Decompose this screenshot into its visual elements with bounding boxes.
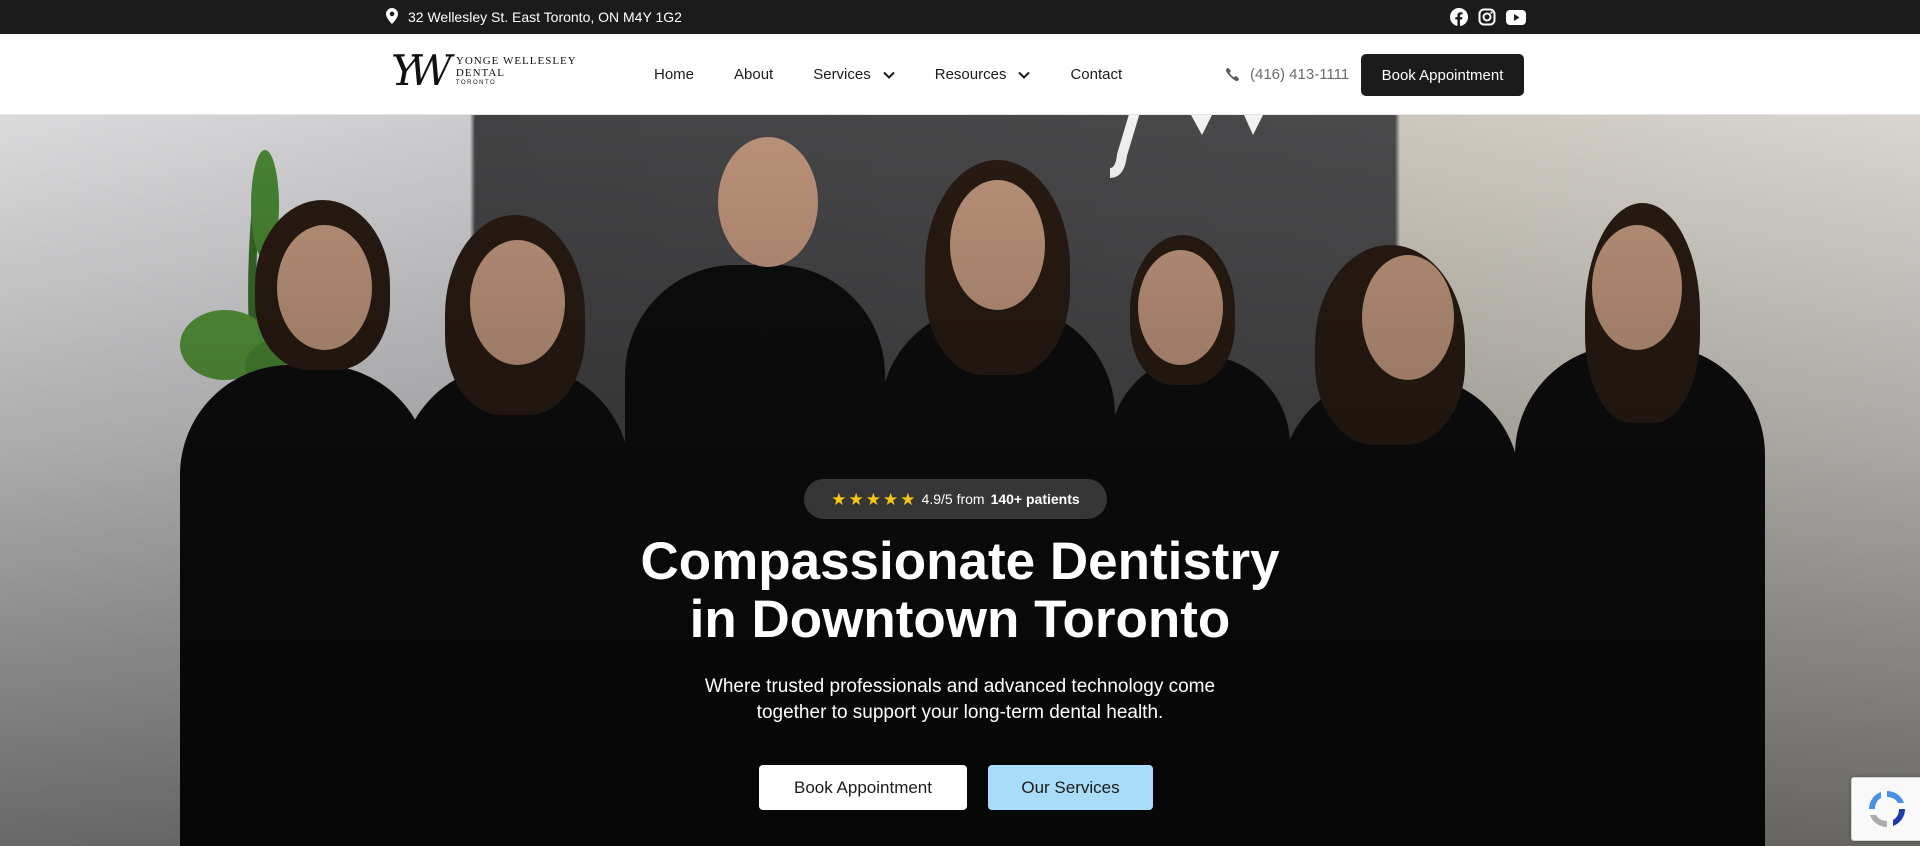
rating-badge: ★ ★ ★ ★ ★ 4.9/5 from 140+ patients <box>804 479 1107 519</box>
nav-home[interactable]: Home <box>654 66 694 83</box>
nav-about-label: About <box>734 66 774 83</box>
top-bar: 32 Wellesley St. East Toronto, ON M4Y 1G… <box>0 0 1920 34</box>
chevron-down-icon <box>1018 71 1031 79</box>
nav-services[interactable]: Services <box>813 66 895 83</box>
recaptcha-badge[interactable] <box>1851 777 1920 841</box>
hero-book-appointment-button[interactable]: Book Appointment <box>759 765 967 810</box>
hero-subtext: Where trusted professionals and advanced… <box>610 674 1310 726</box>
hero-subtext-line-1: Where trusted professionals and advanced… <box>704 676 1216 697</box>
logo-wordmark: YONGE WELLESLEY DENTAL TORONTO <box>456 55 577 87</box>
instagram-icon[interactable] <box>1478 8 1496 26</box>
nav-resources[interactable]: Resources <box>935 66 1031 83</box>
site-header: YW YONGE WELLESLEY DENTAL TORONTO Home A… <box>0 34 1920 115</box>
hero-headline-line-1: Compassionate Dentistry <box>640 532 1280 591</box>
recaptcha-icon <box>1869 791 1905 827</box>
logo-line-1: YONGE WELLESLEY <box>455 55 577 67</box>
site-logo[interactable]: YW YONGE WELLESLEY DENTAL TORONTO <box>391 50 577 92</box>
chevron-down-icon <box>883 71 895 79</box>
address-text: 32 Wellesley St. East Toronto, ON M4Y 1G… <box>408 9 682 25</box>
hero-our-services-button[interactable]: Our Services <box>988 765 1153 810</box>
rating-score: 4.9/5 from <box>921 491 985 507</box>
social-links <box>1450 0 1526 34</box>
star-icon: ★ <box>883 489 899 509</box>
star-rating-icons: ★ ★ ★ ★ ★ <box>831 491 915 508</box>
logo-mark: YW <box>391 46 452 95</box>
nav-about[interactable]: About <box>734 66 773 83</box>
nav-services-label: Services <box>813 66 871 83</box>
rating-patients: 140+ patients <box>990 491 1080 507</box>
hero-headline-line-2: in Downtown Toronto <box>689 590 1231 649</box>
hero-subtext-line-2: together to support your long-term denta… <box>756 702 1164 723</box>
nav-contact-label: Contact <box>1070 66 1123 83</box>
star-icon: ★ <box>848 489 864 509</box>
main-nav: Home About Services Resources Contact <box>654 34 1122 115</box>
nav-home-label: Home <box>654 66 695 83</box>
nav-resources-label: Resources <box>934 66 1007 83</box>
facebook-icon[interactable] <box>1450 8 1468 26</box>
location-pin-icon <box>386 7 398 27</box>
phone-link[interactable]: (416) 413-1111 <box>1225 34 1349 115</box>
star-icon: ★ <box>865 489 882 509</box>
logo-line-3: TORONTO <box>455 80 497 86</box>
book-appointment-button[interactable]: Book Appointment <box>1361 54 1524 96</box>
star-icon: ★ <box>900 489 916 509</box>
logo-line-2: DENTAL <box>455 67 506 79</box>
star-icon: ★ <box>831 489 847 509</box>
hero-headline: Compassionate Dentistry in Downtown Toro… <box>460 533 1460 649</box>
address: 32 Wellesley St. East Toronto, ON M4Y 1G… <box>386 0 682 34</box>
youtube-icon[interactable] <box>1506 9 1526 25</box>
nav-contact[interactable]: Contact <box>1070 66 1122 83</box>
phone-number: (416) 413-1111 <box>1250 66 1350 83</box>
phone-icon <box>1225 67 1239 82</box>
